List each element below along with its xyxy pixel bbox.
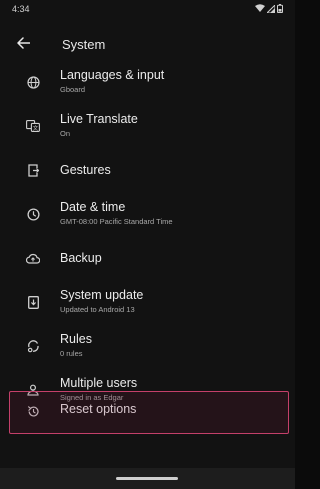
item-subtitle: GMT-08:00 Pacific Standard Time	[60, 217, 173, 226]
reset-icon	[26, 404, 40, 418]
svg-text:文: 文	[33, 124, 39, 132]
item-title: Live Translate	[60, 112, 138, 126]
arrow-left-icon	[16, 36, 30, 54]
item-title: Reset options	[60, 402, 137, 416]
item-title: System update	[60, 288, 144, 302]
cloud-upload-icon	[26, 251, 40, 265]
battery-icon	[277, 4, 283, 13]
item-title: Backup	[60, 251, 102, 265]
app-bar: System	[0, 28, 295, 60]
system-update-icon	[26, 295, 40, 309]
item-title: Rules	[60, 332, 92, 346]
globe-icon	[26, 75, 40, 89]
item-title: Multiple users	[60, 376, 138, 390]
item-subtitle: 0 rules	[60, 349, 83, 358]
item-title: Languages & input	[60, 68, 165, 82]
list-item-rules[interactable]: Rules 0 rules	[0, 326, 295, 366]
navigation-bar	[0, 468, 295, 489]
gestures-icon	[26, 163, 40, 177]
back-button[interactable]	[12, 34, 34, 56]
signal-icon	[267, 4, 275, 13]
status-icons	[255, 4, 283, 13]
list-item-reset-options[interactable]: Reset options	[0, 392, 295, 432]
item-subtitle: Gboard	[60, 85, 86, 94]
list-item-gestures[interactable]: Gestures	[0, 150, 295, 190]
item-title: Date & time	[60, 200, 126, 214]
list-item-live-translate[interactable]: 文 Live Translate On	[0, 106, 295, 146]
list-item-system-update[interactable]: System update Updated to Android 13	[0, 282, 295, 322]
list-item-languages[interactable]: Languages & input Gboard	[0, 62, 295, 102]
page-title: System	[62, 37, 106, 52]
item-subtitle: Updated to Android 13	[60, 305, 135, 314]
translate-icon: 文	[26, 119, 40, 133]
clock-icon	[26, 207, 40, 221]
settings-screen: 4:34 System Languages & input Gboard 文 L…	[0, 0, 295, 489]
home-gesture-handle[interactable]	[116, 477, 178, 480]
status-bar: 4:34	[0, 0, 295, 20]
item-subtitle: On	[60, 129, 71, 138]
list-item-date-time[interactable]: Date & time GMT-08:00 Pacific Standard T…	[0, 194, 295, 234]
wifi-icon	[255, 4, 265, 13]
item-title: Gestures	[60, 163, 111, 177]
list-item-backup[interactable]: Backup	[0, 238, 295, 278]
rules-icon	[26, 339, 40, 353]
status-time: 4:34	[12, 4, 30, 14]
